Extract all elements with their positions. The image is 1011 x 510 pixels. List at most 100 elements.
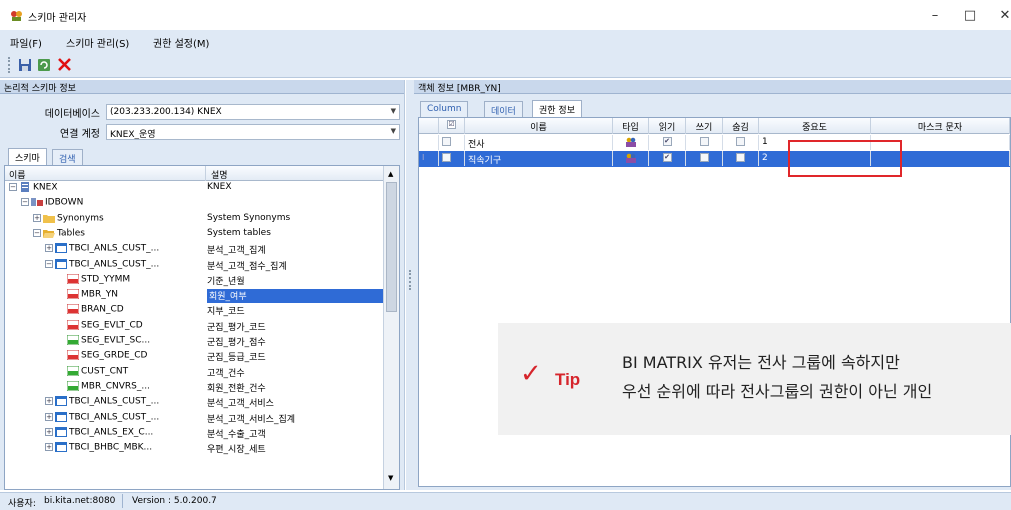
column-abc-icon xyxy=(67,273,81,284)
tip-line-2: 우선 순위에 따라 전사그룹의 권한이 아닌 개인 xyxy=(622,382,933,401)
tree-node-name: STD_YYMM xyxy=(81,274,131,285)
tree-row[interactable]: + TBCI_ANLS_CUST_... 분석_고객_집계 xyxy=(5,243,383,258)
tree-row[interactable]: BRAN_CD 지부_코드 xyxy=(5,304,383,319)
tree-node-desc: KNEX xyxy=(207,182,232,192)
select-all-checkbox[interactable]: ☑ xyxy=(439,118,465,134)
read-checkbox[interactable]: ✔ xyxy=(649,135,686,150)
menu-permission[interactable]: 권한 설정(M) xyxy=(153,35,209,50)
tab-column[interactable]: Column xyxy=(420,101,469,117)
tree-row[interactable]: STD_YYMM 기준_년월 xyxy=(5,273,383,289)
refresh-icon[interactable] xyxy=(35,56,52,73)
expand-toggle-icon[interactable]: − xyxy=(9,183,17,191)
database-label: 데이터베이스 xyxy=(44,109,100,120)
toolbar-grip[interactable] xyxy=(8,57,10,73)
expand-toggle-icon[interactable]: − xyxy=(45,259,53,268)
minimize-button[interactable]: – xyxy=(915,4,955,26)
group-icon xyxy=(625,137,637,150)
folder-open-icon xyxy=(43,228,57,238)
tree-column-header: 이름 설명 xyxy=(5,166,399,181)
expand-toggle-icon[interactable]: + xyxy=(45,443,53,452)
tree-row[interactable]: − KNEX KNEX xyxy=(5,182,383,197)
grid-col-hide[interactable]: 숨김 xyxy=(723,118,759,134)
tree-row[interactable]: CUST_CNT 고객_건수 xyxy=(5,365,383,381)
tree-row[interactable]: + Synonyms System Synonyms xyxy=(5,213,383,228)
grid-col-name[interactable]: 이름 xyxy=(465,118,613,134)
read-checkbox[interactable]: ✔ xyxy=(649,151,686,166)
tree-node-name: TBCI_ANLS_CUST_... xyxy=(69,396,160,407)
database-icon xyxy=(19,182,33,193)
grid-cell-name: 전사 xyxy=(465,135,613,150)
scroll-down-icon[interactable]: ▼ xyxy=(388,474,393,482)
expand-toggle-icon[interactable]: + xyxy=(45,244,53,253)
row-indicator-header xyxy=(419,118,439,134)
tree-node-name: TBCI_ANLS_CUST_... xyxy=(69,259,160,269)
tree-node-name: CUST_CNT xyxy=(81,366,129,377)
delete-icon[interactable] xyxy=(56,56,73,73)
expand-toggle-icon[interactable]: + xyxy=(45,412,53,421)
column-desc-header[interactable]: 설명 xyxy=(211,168,228,181)
grid-col-type[interactable]: 타입 xyxy=(613,118,649,134)
tab-schema[interactable]: 스키마 xyxy=(8,148,47,165)
column-abc-icon xyxy=(67,289,81,300)
menu-schema[interactable]: 스키마 관리(S) xyxy=(66,35,129,50)
database-select[interactable]: (203.233.200.134) KNEX ▼ xyxy=(106,104,400,120)
hide-checkbox[interactable] xyxy=(723,151,759,166)
tree-row[interactable]: − Tables System tables xyxy=(5,228,383,243)
tab-data[interactable]: 데이터 xyxy=(484,101,523,117)
tree-row[interactable]: MBR_CNVRS_... 회원_전환_건수 xyxy=(5,380,383,396)
left-panel: 논리적 스키마 정보 데이터베이스 (203.233.200.134) KNEX… xyxy=(0,80,405,490)
close-button[interactable]: ✕ xyxy=(985,4,1011,26)
tree-row[interactable]: MBR_YN 회원_여부 xyxy=(5,289,383,304)
tree-row[interactable]: + TBCI_ANLS_CUST_... 분석_고객_서비스 xyxy=(5,396,383,411)
grid-col-importance[interactable]: 중요도 xyxy=(759,118,871,134)
grid-row[interactable]: 전사 ✔ 1 xyxy=(419,135,1010,151)
expand-toggle-icon[interactable]: − xyxy=(33,228,41,237)
tree-row[interactable]: − TBCI_ANLS_CUST_... 분석_고객_점수_집계 xyxy=(5,258,383,274)
left-panel-header: 논리적 스키마 정보 xyxy=(0,80,404,94)
tree-node-desc: 회원_여부 xyxy=(207,289,383,304)
row-checkbox[interactable] xyxy=(439,135,465,150)
tree-row[interactable]: − IDBOWN xyxy=(5,197,383,212)
write-checkbox[interactable] xyxy=(686,151,723,166)
tree-rows: − KNEX KNEX − IDBOWN + Synonyms System Synonyms… xyxy=(5,182,383,488)
tree-node-desc: 분석_고객_서비스_집계 xyxy=(207,414,296,425)
account-select[interactable]: KNEX_운영 ▼ xyxy=(106,124,400,140)
tree-row[interactable]: + TBCI_BHBC_MBK... 우편_시장_세트 xyxy=(5,442,383,457)
group-icon xyxy=(625,153,637,166)
tab-permission[interactable]: 권한 정보 xyxy=(532,100,582,117)
write-checkbox[interactable] xyxy=(686,135,723,150)
grid-row[interactable]: Ι 직속기구 ✔ 2 xyxy=(419,151,1010,167)
tree-node-name: TBCI_ANLS_CUST_... xyxy=(69,412,160,422)
tab-search[interactable]: 검색 xyxy=(52,149,83,165)
menu-file[interactable]: 파일(F) xyxy=(10,35,42,50)
column-name-header[interactable]: 이름 xyxy=(9,168,26,181)
maximize-button[interactable]: □ xyxy=(950,4,990,26)
grid-col-mask[interactable]: 마스크 문자 xyxy=(871,118,1010,134)
app-icon xyxy=(11,11,22,21)
chevron-down-icon: ▼ xyxy=(390,127,396,135)
grid-col-write[interactable]: 쓰기 xyxy=(686,118,723,134)
tree-scrollbar[interactable]: ▲ ▼ xyxy=(383,166,399,489)
folder-icon xyxy=(43,213,57,223)
tree-row[interactable]: SEG_EVLT_CD 군집_평가_코드 xyxy=(5,319,383,335)
grid-col-read[interactable]: 읽기 xyxy=(649,118,686,134)
tree-node-desc: 지부_코드 xyxy=(207,307,245,318)
tree-node-name: IDBOWN xyxy=(45,197,84,208)
expand-toggle-icon[interactable]: − xyxy=(21,198,29,207)
row-checkbox[interactable] xyxy=(439,151,465,166)
expand-toggle-icon[interactable]: + xyxy=(45,427,53,436)
tree-node-name: Tables xyxy=(57,228,85,239)
scroll-thumb[interactable] xyxy=(386,182,397,312)
tree-row[interactable]: SEG_EVLT_SC... 군집_평가_점수 xyxy=(5,335,383,350)
tree-row[interactable]: + TBCI_ANLS_EX_C... 분석_수출_고객 xyxy=(5,426,383,442)
splitter[interactable] xyxy=(406,80,414,490)
hide-checkbox[interactable] xyxy=(723,135,759,150)
save-icon[interactable] xyxy=(16,56,33,73)
tree-node-name: SEG_GRDE_CD xyxy=(81,350,148,361)
tree-row[interactable]: SEG_GRDE_CD 군집_등급_코드 xyxy=(5,350,383,365)
tree-node-desc: System Synonyms xyxy=(207,212,291,223)
expand-toggle-icon[interactable]: + xyxy=(45,397,53,406)
expand-toggle-icon[interactable]: + xyxy=(33,213,41,222)
scroll-up-icon[interactable]: ▲ xyxy=(388,170,393,178)
tree-row[interactable]: + TBCI_ANLS_CUST_... 분석_고객_서비스_집계 xyxy=(5,411,383,427)
